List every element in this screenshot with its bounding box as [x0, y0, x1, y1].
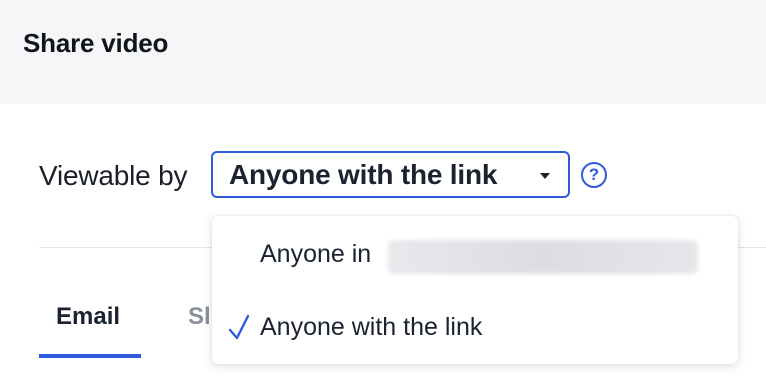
viewable-row: Viewable by	[39, 150, 187, 202]
redacted-organization-name	[388, 240, 698, 274]
menu-item-label: Anyone with the link	[260, 312, 483, 341]
caret-down-icon	[540, 173, 550, 179]
tab-sl[interactable]: Sl	[188, 303, 213, 331]
tab-email[interactable]: Email	[56, 303, 120, 331]
tab-active-underline	[39, 354, 141, 358]
viewable-select-value: Anyone with the link	[229, 158, 498, 190]
check-icon	[228, 314, 250, 340]
menu-item-anyone-in[interactable]: Anyone in	[212, 224, 738, 284]
help-circle-icon[interactable]: ?	[581, 162, 607, 188]
menu-item-anyone-with-link[interactable]: Anyone with the link	[212, 297, 738, 357]
viewable-label: Viewable by	[39, 160, 188, 191]
menu-item-label: Anyone in	[260, 239, 372, 268]
dialog-header: Share video	[0, 0, 766, 104]
viewable-select[interactable]: Anyone with the link	[211, 151, 570, 198]
dialog-title: Share video	[23, 28, 169, 58]
viewable-dropdown-menu: Anyone in Anyone with the link	[212, 216, 738, 364]
